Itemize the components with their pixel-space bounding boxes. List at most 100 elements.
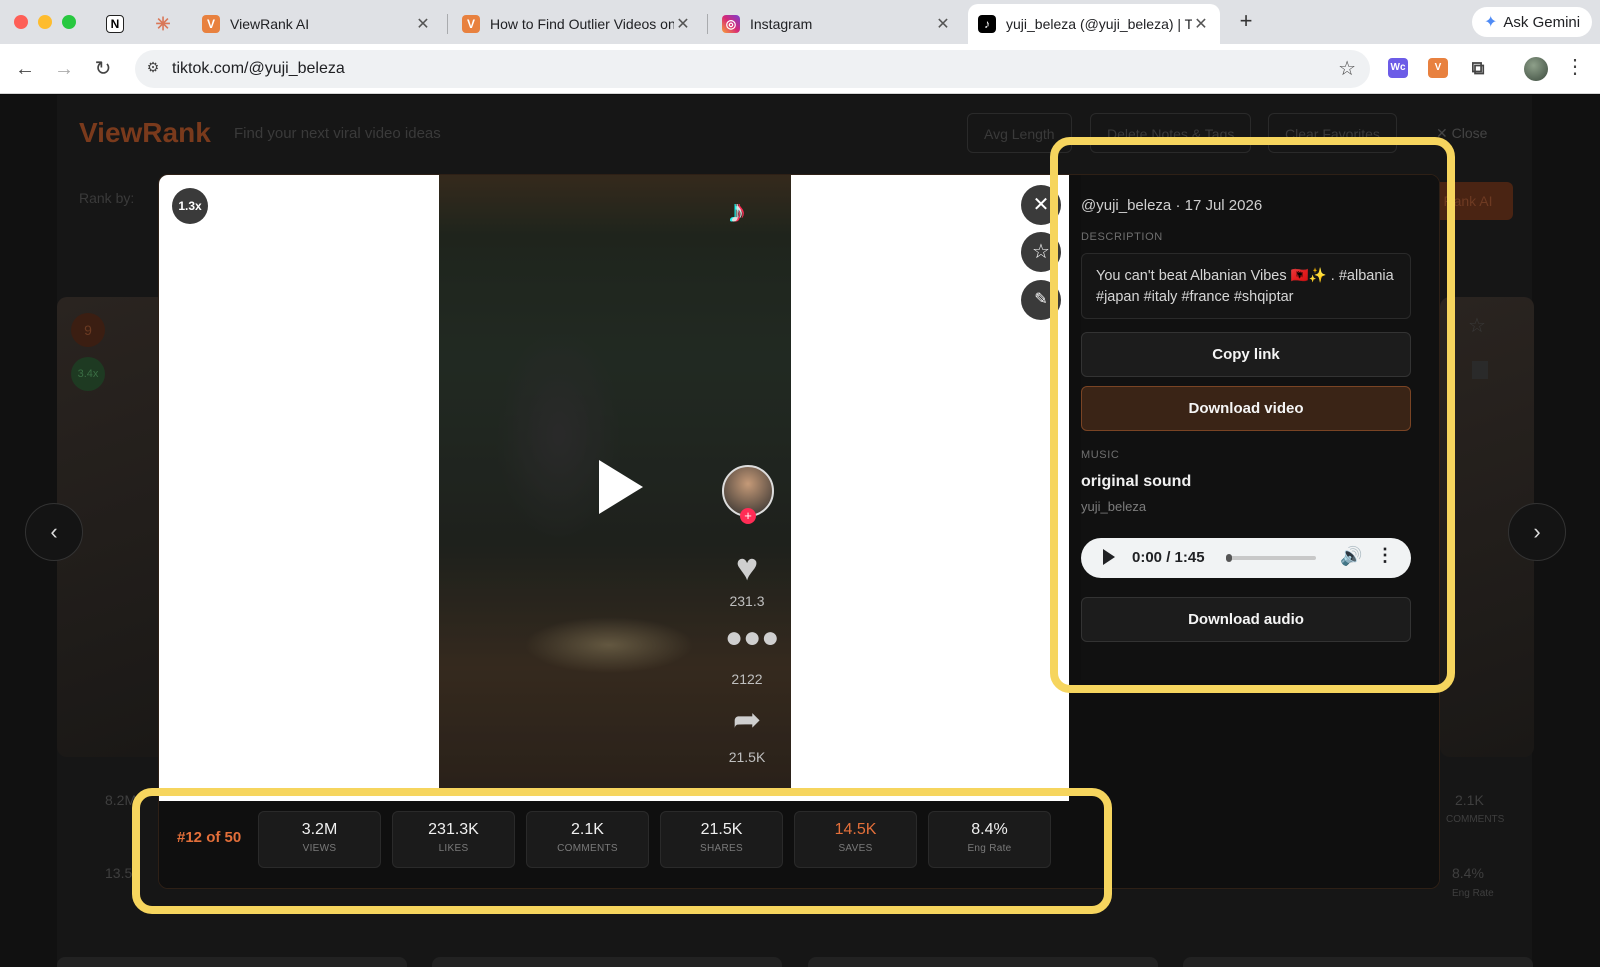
stat-value: 14.5K [834,821,877,838]
tiktok-video-embed[interactable]: ♪ + ♥ 231.3 ●●● 2122 ➦ 21.5K [439,175,791,791]
copy-link-button[interactable]: Copy link [1081,332,1411,377]
background-card-row [432,957,782,967]
heart-icon[interactable]: ♥ [725,547,769,590]
bg-stat: 8.2M [105,792,137,808]
stat-label: COMMENTS [557,843,618,854]
stat-label: Eng Rate [967,843,1012,854]
extension-wc-icon[interactable]: Wc [1388,58,1408,78]
favorite-star-button[interactable]: ☆ [1021,232,1061,272]
bookmark-star-icon[interactable]: ☆ [1338,56,1356,81]
back-button[interactable]: ← [12,56,38,82]
stat-views: 3.2M VIEWS [258,811,381,868]
tab-divider [707,14,708,34]
stat-value: 2.1K [571,821,604,838]
tab-tiktok[interactable]: ♪ yuji_beleza (@yuji_beleza) | T ✕ [968,4,1220,44]
notion-icon: N [106,15,124,33]
stat-shares: 21.5K SHARES [660,811,783,868]
tiktok-icon: ♪ [978,15,996,33]
comment-icon[interactable]: ●●● [725,621,779,655]
profile-avatar[interactable] [1524,57,1548,81]
close-icon[interactable]: ✕ [934,14,952,34]
video-detail-modal: 1.3x ♪ + ♥ 231.3 ●●● 2122 ➦ 21.5K ✕ ☆ ✎ … [158,174,1440,889]
tab-label: Instagram [750,16,813,32]
likes-count: 231.3 [729,593,765,609]
previous-video-button[interactable]: ‹ [25,503,83,561]
forward-button[interactable]: → [51,56,77,82]
stat-value: 8.4% [971,821,1008,838]
audio-progress-thumb[interactable] [1226,554,1232,562]
rank-by-label: Rank by: [79,190,135,206]
background-card-row [808,957,1158,967]
viewrank-icon: V [462,15,480,33]
viewrank-extension-icon[interactable]: V [1428,58,1448,78]
download-video-button[interactable]: Download video [1081,386,1411,431]
tab-viewrank[interactable]: V ViewRank AI ✕ [192,6,442,42]
tab-notion[interactable]: N [96,6,132,42]
tab-claude[interactable]: ✳ [144,6,180,42]
background-card-row [57,957,407,967]
download-audio-button[interactable]: Download audio [1081,597,1411,642]
delete-notes-tags-button[interactable]: Delete Notes & Tags [1090,113,1252,153]
close-icon[interactable]: ✕ [1192,14,1210,34]
instagram-icon: ◎ [722,15,740,33]
share-icon[interactable]: ➦ [725,700,769,740]
clear-favorites-button[interactable]: Clear Favorites [1268,113,1397,153]
site-info-icon[interactable]: ⚙ [143,59,163,79]
new-tab-button[interactable]: + [1232,8,1260,34]
audio-time: 0:00 / 1:45 [1132,549,1205,566]
ask-gemini-button[interactable]: ✦ Ask Gemini [1472,7,1593,37]
tab-instagram[interactable]: ◎ Instagram ✕ [712,6,962,42]
stat-value: 3.2M [301,821,338,838]
tab-label: yuji_beleza (@yuji_beleza) | T [1006,16,1192,32]
audio-more-options-icon[interactable]: ⋮ [1376,545,1394,566]
reload-button[interactable]: ↻ [90,56,116,82]
close-window-button[interactable] [14,15,28,29]
description-heading: DESCRIPTION [1081,231,1163,243]
tagline: Find your next viral video ideas [234,125,441,142]
close-page-button[interactable]: ✕ Close [1420,113,1503,153]
maximize-window-button[interactable] [62,15,76,29]
minimize-window-button[interactable] [38,15,52,29]
stat-value: 21.5K [700,821,743,838]
follow-plus-icon[interactable]: + [740,508,756,524]
tab-label: How to Find Outlier Videos on [490,16,674,32]
stat-label: SHARES [700,843,743,854]
close-icon[interactable]: ✕ [414,14,432,34]
volume-icon[interactable]: 🔊 [1340,546,1362,567]
rank-badge: 9 [71,313,105,347]
bg-stat: 13.5 [105,865,133,881]
stat-value: 231.3K [428,821,479,838]
music-title: original sound [1081,473,1192,490]
video-stats-bar: #12 of 50 3.2M VIEWS 231.3K LIKES 2.1K C… [159,801,1069,888]
stat-comments: 2.1K COMMENTS [526,811,649,868]
browser-menu-icon[interactable]: ⋮ [1565,54,1585,79]
next-video-button[interactable]: › [1508,503,1566,561]
favorite-star-icon[interactable]: ☆ [1468,313,1486,338]
background-card-row [1183,957,1533,967]
rank-position: #12 of 50 [177,829,242,846]
music-artist: yuji_beleza [1081,499,1147,514]
tab-outlier-videos[interactable]: V How to Find Outlier Videos on ✕ [452,6,702,42]
author-date: @yuji_beleza · 17 Jul 2026 [1081,197,1263,214]
description-text: You can't beat Albanian Vibes 🇦🇱✨ . #alb… [1081,253,1411,319]
audio-progress-slider[interactable] [1226,554,1316,562]
outlier-score-badge: 1.3x [172,188,208,224]
notes-icon[interactable]: ✎ [1021,280,1061,320]
browser-toolbar: ← → ↻ ⚙ tiktok.com/@yuji_beleza ☆ Wc V ⧉… [0,44,1600,94]
stat-label: VIEWS [302,843,337,854]
extensions-puzzle-icon[interactable]: ⧉ [1468,58,1488,78]
bg-stat: 8.4% [1452,865,1484,881]
address-bar[interactable]: ⚙ tiktok.com/@yuji_beleza ☆ [135,50,1370,88]
viewrank-logo: ViewRank [79,117,211,148]
audio-player: 0:00 / 1:45 🔊 ⋮ [1081,538,1411,578]
play-icon[interactable] [599,460,643,514]
close-modal-button[interactable]: ✕ [1021,185,1061,225]
avg-length-button[interactable]: Avg Length [967,113,1072,153]
stat-eng-rate: 8.4% Eng Rate [928,811,1051,868]
outlier-badge: 3.4x [71,357,105,391]
stat-saves: 14.5K SAVES [794,811,917,868]
bg-stat: 2.1K [1455,792,1484,808]
close-icon[interactable]: ✕ [674,14,692,34]
note-icon[interactable] [1472,361,1488,379]
audio-play-icon[interactable] [1103,549,1115,565]
